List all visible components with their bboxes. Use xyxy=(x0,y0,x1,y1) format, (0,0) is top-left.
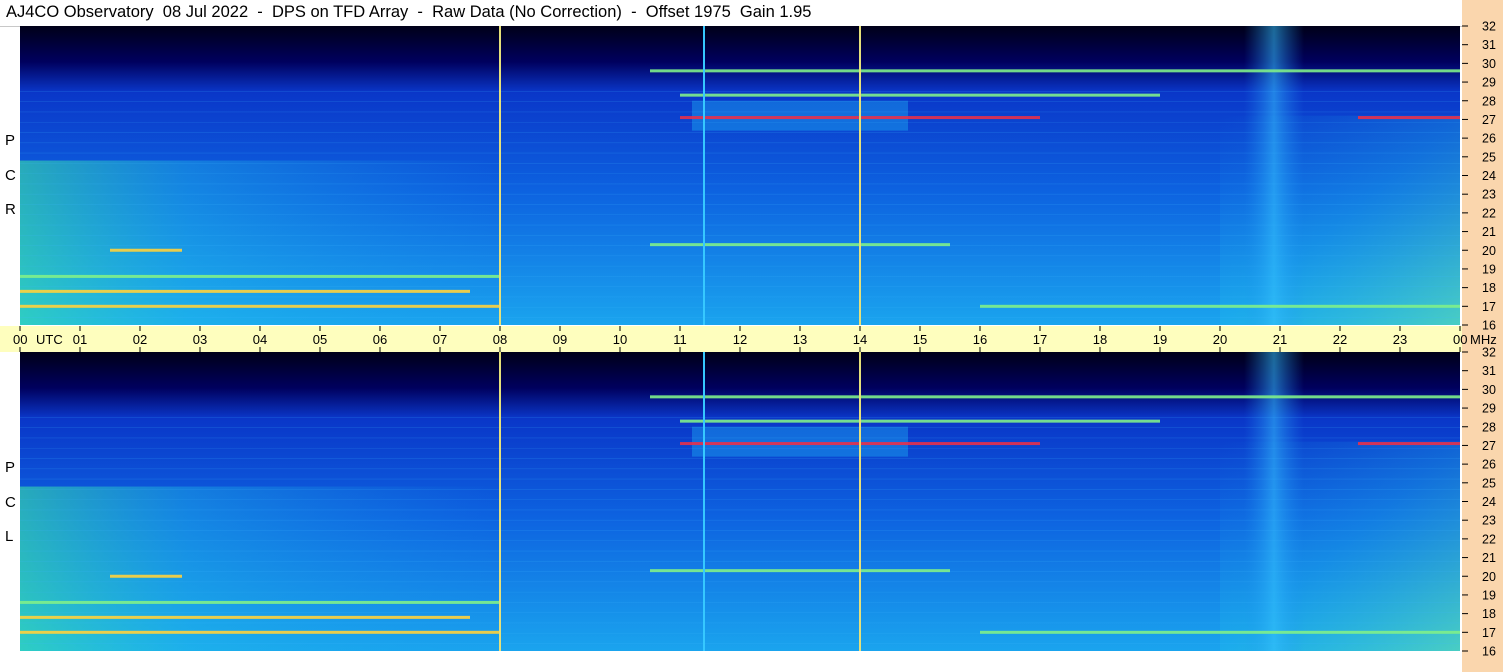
signal-band xyxy=(110,574,182,578)
signal-band xyxy=(1358,442,1460,446)
y-tick-label: 21 xyxy=(1482,551,1496,565)
signal-band xyxy=(980,630,1460,634)
y-tick-label: 23 xyxy=(1482,514,1496,528)
rcp-panel xyxy=(20,26,1460,325)
x-tick-label: 23 xyxy=(1393,332,1407,347)
y-tick-label: 21 xyxy=(1482,225,1496,239)
y-tick-label: 29 xyxy=(1482,76,1496,90)
y-tick-label: 19 xyxy=(1482,588,1496,602)
y-tick-label: 31 xyxy=(1482,38,1496,52)
y-tick-label: 26 xyxy=(1482,458,1496,472)
signal-band xyxy=(1358,116,1460,120)
x-tick-label: 01 xyxy=(73,332,87,347)
y-tick-label: 25 xyxy=(1482,476,1496,490)
x-tick-label: 08 xyxy=(493,332,507,347)
x-tick-label: 16 xyxy=(973,332,987,347)
x-tick-label: 14 xyxy=(853,332,867,347)
y-tick-label: 32 xyxy=(1482,346,1496,360)
y-tick-label: 22 xyxy=(1482,206,1496,220)
y-tick-label: 16 xyxy=(1482,645,1496,659)
x-tick-label: 04 xyxy=(253,332,267,347)
x-tick-label: 13 xyxy=(793,332,807,347)
x-tick-label: 10 xyxy=(613,332,627,347)
y-tick-label: 18 xyxy=(1482,607,1496,621)
x-tick-label: 11 xyxy=(673,332,687,347)
signal-band xyxy=(110,248,182,252)
x-axis-unit: UTC xyxy=(36,332,63,347)
y-tick-label: 23 xyxy=(1482,188,1496,202)
signal-band xyxy=(650,569,950,573)
x-tick-label: 03 xyxy=(193,332,207,347)
signal-band xyxy=(980,304,1460,308)
x-tick-label: 19 xyxy=(1153,332,1167,347)
signal-band xyxy=(650,69,1460,73)
y-tick-label: 17 xyxy=(1482,626,1496,640)
lcp-panel xyxy=(20,352,1460,651)
lcp-frequency-axis: 32 31 30 29 28 27 26 25 24 23 22 21 20 19 18 17 16 xyxy=(1462,346,1496,659)
signal-band xyxy=(20,615,470,619)
y-tick-label: 30 xyxy=(1482,57,1496,71)
y-tick-label: 19 xyxy=(1482,262,1496,276)
y-tick-label: 24 xyxy=(1482,495,1496,509)
y-tick-label: 27 xyxy=(1482,113,1496,127)
signal-band xyxy=(20,274,500,278)
rcp-frequency-axis: 32 31 30 29 28 27 26 25 24 23 22 21 20 19 18 17 16 xyxy=(1462,20,1496,333)
x-tick-label: 17 xyxy=(1033,332,1047,347)
y-tick-label: 26 xyxy=(1482,132,1496,146)
y-tick-label: 30 xyxy=(1482,383,1496,397)
y-tick-label: 28 xyxy=(1482,420,1496,434)
y-tick-label: 17 xyxy=(1482,300,1496,314)
signal-band xyxy=(20,630,500,634)
x-tick-label: 22 xyxy=(1333,332,1347,347)
band-glow xyxy=(692,426,908,457)
utc-axis: 00 01 02 03 04 05 06 07 08 09 10 11 12 13 14 15 16 17 18 19… xyxy=(13,326,1497,352)
y-tick-label: 27 xyxy=(1482,439,1496,453)
y-tick-label: 28 xyxy=(1482,94,1496,108)
y-tick-label: 20 xyxy=(1482,570,1496,584)
y-tick-label: 22 xyxy=(1482,532,1496,546)
signal-band xyxy=(650,243,950,247)
x-tick-label: 18 xyxy=(1093,332,1107,347)
x-tick-label: 05 xyxy=(313,332,327,347)
x-tick-label: 00 xyxy=(1453,332,1467,347)
signal-band xyxy=(20,600,500,604)
spectrogram-chart: 00 01 02 03 04 05 06 07 08 09 10 11 12 13 14 15 16 17 18 19… xyxy=(13,20,1497,659)
x-tick-label: 06 xyxy=(373,332,387,347)
x-tick-label: 09 xyxy=(553,332,567,347)
signal-band xyxy=(650,395,1460,399)
signal-band xyxy=(680,93,1160,97)
x-tick-label: 02 xyxy=(133,332,147,347)
y-tick-label: 18 xyxy=(1482,281,1496,295)
signal-band xyxy=(20,289,470,293)
x-tick-label: 12 xyxy=(733,332,747,347)
x-tick-label: 07 xyxy=(433,332,447,347)
y-tick-label: 25 xyxy=(1482,150,1496,164)
daytime-glow-left xyxy=(20,486,500,651)
signal-band xyxy=(20,304,500,308)
y-tick-label: 31 xyxy=(1482,364,1496,378)
y-tick-label: 29 xyxy=(1482,402,1496,416)
x-tick-label: 21 xyxy=(1273,332,1287,347)
daytime-glow-left xyxy=(20,160,500,325)
signal-band xyxy=(680,419,1160,423)
y-tick-label: 16 xyxy=(1482,319,1496,333)
y-tick-label: 20 xyxy=(1482,244,1496,258)
band-glow xyxy=(692,100,908,131)
x-tick-label: 20 xyxy=(1213,332,1227,347)
y-tick-label: 24 xyxy=(1482,169,1496,183)
x-tick-label: 00 xyxy=(13,332,27,347)
y-tick-label: 32 xyxy=(1482,20,1496,34)
x-tick-label: 15 xyxy=(913,332,927,347)
